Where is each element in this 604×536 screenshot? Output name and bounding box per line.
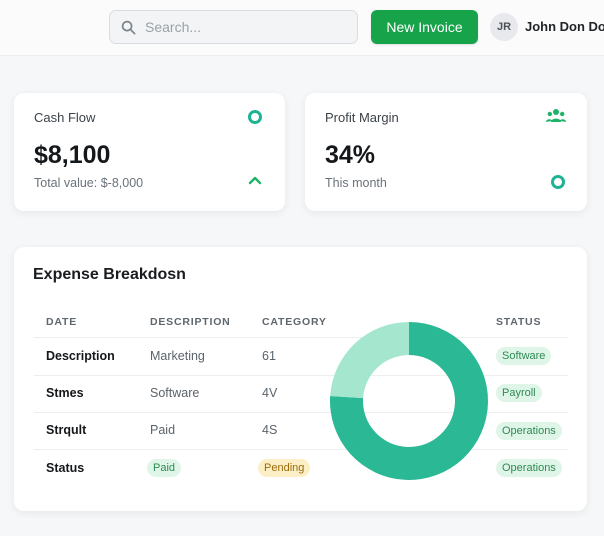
column-header-description[interactable]: DESCRIPTION [150,316,231,328]
table-cell-category: 61 [262,349,276,363]
user-name[interactable]: John Don Doo [525,19,604,34]
table-cell-category: 4S [262,423,278,437]
search-input[interactable]: Search... [109,10,358,44]
status-badge: Operations [496,422,562,440]
new-invoice-button[interactable]: New Invoice [371,10,478,44]
top-bar: Search... New Invoice JR John Don Doo [0,0,604,56]
kpi-value: $8,100 [34,141,111,169]
status-ring-icon [248,110,262,124]
kpi-value: 34% [325,141,376,169]
status-badge: Payroll [496,384,542,402]
chevron-up-icon [248,176,262,185]
expense-donut-chart [330,322,488,480]
status-ring-icon [551,175,565,189]
kpi-label: Profit Margin [325,110,399,125]
table-cell-category: 4V [262,386,278,400]
table-cell-date: Description [46,349,115,363]
kpi-subtext: This month [325,176,387,190]
table-cell-description: Paid [150,423,176,437]
profit-margin-card: Profit Margin 34% This month [305,93,587,211]
status-badge: Pending [258,459,311,477]
status-badge: Software [496,347,552,365]
status-badge: Operations [496,459,562,477]
donut-segment-1 [330,322,409,399]
users-icon [546,109,566,122]
section-title: Expense Breakdosn [33,266,186,283]
table-cell-description: Marketing [150,349,205,363]
kpi-subtext: Total value: $-8,000 [34,176,144,190]
table-cell-date: Stmes [46,386,84,400]
table-cell-date: Status [46,461,85,475]
table-cell-date: Strqult [46,423,87,437]
status-badge: Paid [147,459,182,477]
column-header-category[interactable]: CATEGORY [262,316,327,328]
avatar[interactable]: JR [490,13,518,41]
kpi-label: Cash Flow [34,110,96,125]
expense-breakdown-card: Expense Breakdosn DATE DESCRIPTION CATEG… [14,247,587,511]
table-cell-description: Software [150,386,200,400]
column-header-status[interactable]: STATUS [496,316,541,328]
search-icon [121,20,136,34]
cash-flow-card: Cash Flow $8,100 Total value: $-8,000 [14,93,285,211]
column-header-date[interactable]: DATE [46,316,77,328]
search-placeholder: Search... [145,19,202,35]
